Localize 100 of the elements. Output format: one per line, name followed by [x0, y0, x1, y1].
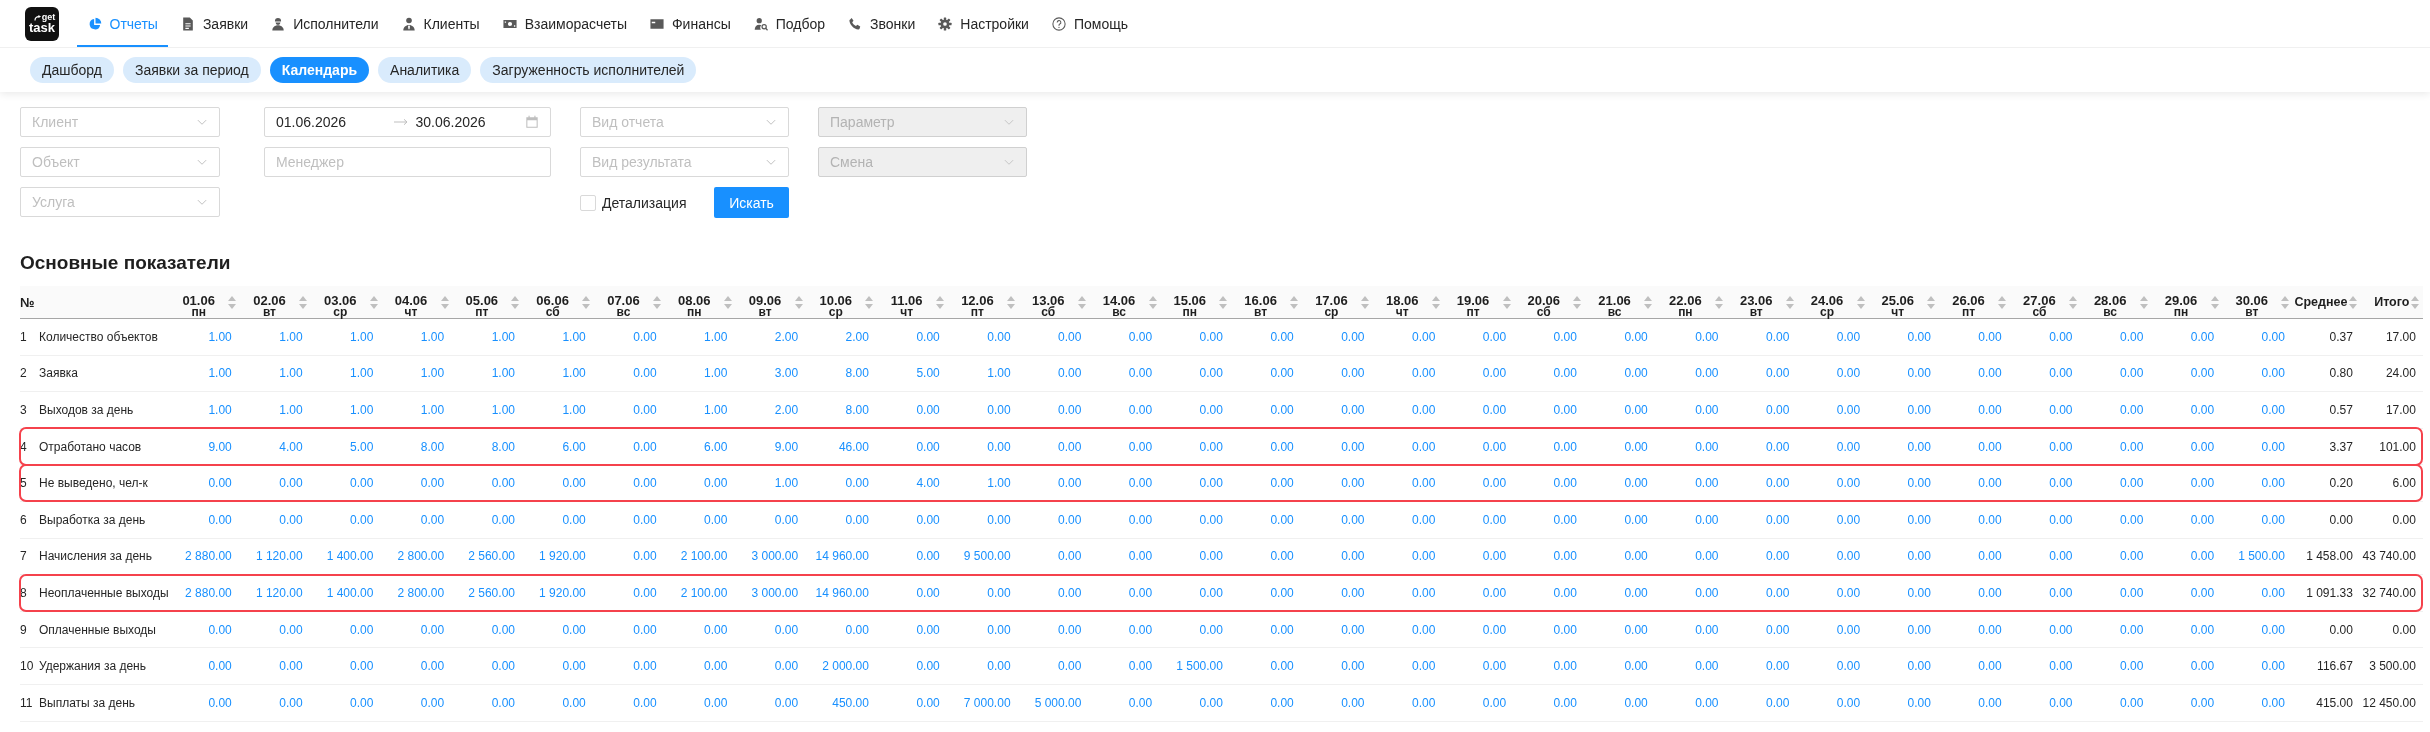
value-link[interactable]: 0.00 [774, 622, 799, 637]
sort-icon[interactable] [1715, 295, 1724, 309]
value-link[interactable]: 0.00 [1482, 403, 1507, 417]
value-link[interactable]: 0.00 [1058, 622, 1082, 637]
value-link[interactable]: 14 960.00 [815, 549, 869, 564]
value-link[interactable]: 0.00 [1412, 439, 1436, 454]
value-link[interactable]: 0.00 [2119, 695, 2144, 710]
value-link[interactable]: 0.00 [2190, 585, 2215, 600]
value-link[interactable]: 0.00 [1412, 366, 1436, 381]
value-link[interactable]: 0.00 [1836, 549, 1861, 564]
value-link[interactable]: 0.00 [987, 512, 1011, 527]
value-link[interactable]: 0.00 [1907, 549, 1931, 564]
value-link[interactable]: 2 880.00 [185, 585, 232, 600]
value-link[interactable]: 0.00 [2261, 403, 2285, 417]
value-link[interactable]: 0.00 [916, 622, 940, 637]
value-link[interactable]: 0.00 [1836, 439, 1861, 454]
value-link[interactable]: 0.00 [2190, 329, 2215, 344]
value-link[interactable]: 0.00 [1199, 476, 1223, 491]
value-link[interactable]: 7 000.00 [963, 695, 1011, 710]
value-link[interactable]: 5.00 [350, 439, 374, 454]
value-link[interactable]: 1.00 [350, 403, 374, 417]
sort-icon[interactable] [2069, 295, 2077, 309]
value-link[interactable]: 0.00 [1553, 549, 1577, 564]
value-link[interactable]: 0.00 [1907, 695, 1931, 710]
value-link[interactable]: 0.00 [633, 622, 657, 637]
value-link[interactable]: 0.00 [562, 659, 586, 674]
value-link[interactable]: 0.00 [1695, 622, 1719, 637]
value-link[interactable]: 1.00 [279, 403, 303, 417]
value-link[interactable]: 450.00 [832, 695, 869, 710]
value-link[interactable]: 6.00 [704, 439, 728, 454]
sort-icon[interactable] [1785, 295, 1794, 309]
value-link[interactable]: 0.00 [1482, 439, 1507, 454]
value-link[interactable]: 0.00 [1624, 695, 1648, 710]
value-link[interactable]: 1 500.00 [1176, 659, 1223, 674]
value-link[interactable]: 0.00 [1907, 659, 1931, 674]
checkbox-label[interactable]: Детализация [602, 194, 687, 211]
sort-icon[interactable] [299, 295, 308, 309]
value-link[interactable]: 0.00 [1695, 659, 1719, 674]
nav-tab[interactable]: Помощь [1041, 0, 1139, 47]
value-link[interactable]: 3 000.00 [751, 549, 799, 564]
sort-icon[interactable] [2139, 295, 2148, 309]
value-link[interactable]: 1 920.00 [539, 549, 586, 564]
value-link[interactable]: 0.00 [1553, 622, 1577, 637]
value-link[interactable]: 0.00 [1199, 512, 1223, 527]
value-link[interactable]: 1.00 [420, 366, 445, 381]
value-link[interactable]: 0.00 [1270, 622, 1294, 637]
value-link[interactable]: 0.00 [1836, 329, 1861, 344]
value-link[interactable]: 0.00 [1058, 512, 1082, 527]
value-link[interactable]: 2 880.00 [185, 549, 232, 564]
value-link[interactable]: 0.00 [1482, 549, 1507, 564]
value-link[interactable]: 0.00 [2049, 476, 2073, 491]
value-link[interactable]: 0.00 [1624, 329, 1648, 344]
value-link[interactable]: 0.00 [2190, 366, 2215, 381]
value-link[interactable]: 0.00 [420, 622, 445, 637]
value-link[interactable]: 0.00 [845, 622, 869, 637]
value-link[interactable]: 0.00 [1978, 366, 2002, 381]
value-link[interactable]: 0.00 [2119, 659, 2144, 674]
value-link[interactable]: 1.00 [704, 403, 728, 417]
value-link[interactable]: 1.00 [279, 329, 303, 344]
value-link[interactable]: 9 500.00 [963, 549, 1011, 564]
sort-icon[interactable] [1644, 295, 1653, 309]
sort-icon[interactable] [1927, 295, 1936, 309]
value-link[interactable]: 0.00 [845, 512, 869, 527]
value-link[interactable]: 0.00 [1907, 622, 1931, 637]
value-link[interactable]: 0.00 [1624, 403, 1648, 417]
value-link[interactable]: 0.00 [420, 659, 445, 674]
value-link[interactable]: 9.00 [208, 439, 232, 454]
value-link[interactable]: 0.00 [1270, 695, 1294, 710]
value-link[interactable]: 1.00 [562, 329, 586, 344]
value-link[interactable]: 0.00 [1482, 329, 1507, 344]
value-link[interactable]: 0.00 [1412, 476, 1436, 491]
value-link[interactable]: 0.00 [1765, 366, 1790, 381]
value-link[interactable]: 0.00 [1907, 585, 1931, 600]
subtab[interactable]: Загруженность исполнителей [480, 57, 697, 83]
value-link[interactable]: 0.00 [1978, 549, 2002, 564]
sort-icon[interactable] [794, 295, 803, 309]
value-link[interactable]: 0.00 [350, 695, 374, 710]
value-link[interactable]: 0.00 [1341, 366, 1365, 381]
sort-icon[interactable] [2281, 295, 2290, 309]
value-link[interactable]: 3 000.00 [751, 585, 799, 600]
value-link[interactable]: 0.00 [1695, 476, 1719, 491]
value-link[interactable]: 0.00 [704, 622, 728, 637]
date-range-field[interactable]: 01.06.2026 30.06.2026 [264, 107, 551, 137]
sort-icon[interactable] [1290, 295, 1299, 309]
value-link[interactable]: 1.00 [420, 403, 445, 417]
value-link[interactable]: 0.00 [2049, 695, 2073, 710]
sort-icon[interactable] [369, 295, 378, 309]
value-link[interactable]: 0.00 [1624, 439, 1648, 454]
value-link[interactable]: 0.00 [1199, 695, 1223, 710]
value-link[interactable]: 0.00 [2049, 585, 2073, 600]
value-link[interactable]: 0.00 [1765, 695, 1790, 710]
value-link[interactable]: 0.00 [1695, 329, 1719, 344]
value-link[interactable]: 0.00 [2119, 512, 2144, 527]
subtab[interactable]: Календарь [269, 57, 370, 83]
value-link[interactable]: 2.00 [774, 329, 799, 344]
value-link[interactable]: 1.00 [350, 329, 374, 344]
search-button[interactable]: Искать [714, 187, 789, 218]
value-link[interactable]: 0.00 [1199, 622, 1223, 637]
value-link[interactable]: 2 800.00 [397, 585, 445, 600]
value-link[interactable]: 0.00 [279, 512, 303, 527]
